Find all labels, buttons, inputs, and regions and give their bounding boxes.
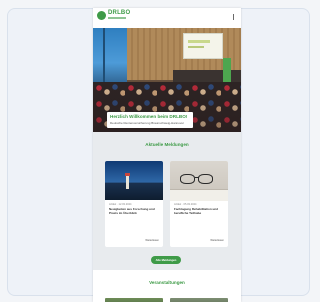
read-more-link[interactable]: Weiterlesen	[145, 239, 159, 242]
welcome-title: Herzlich Willkommen beim DRLBO!	[110, 114, 188, 119]
news-card-headline[interactable]: Fachtagung Rehabilitation und berufliche…	[174, 207, 224, 216]
event-thumbnail[interactable]	[105, 298, 163, 302]
news-section-title: Aktuelle Meldungen	[145, 142, 189, 147]
news-section: Aktuelle Meldungen Artikel · 12.03.2024 …	[93, 132, 241, 270]
vertical-dots-menu-icon[interactable]	[231, 14, 236, 20]
news-card-meta: Artikel · 05.03.2024	[174, 203, 197, 206]
events-section-title: Veranstaltungen	[149, 280, 185, 285]
news-card-headline[interactable]: Neuigkeiten aus Forschung und Praxis im …	[109, 207, 159, 216]
all-news-button[interactable]: Alle Meldungen	[151, 256, 181, 264]
site-header: DRLBO	[93, 8, 241, 28]
hero-banner	[223, 58, 231, 84]
hero-window	[93, 28, 127, 86]
logo-tagline-bar	[108, 17, 126, 19]
mobile-website-preview[interactable]: DRLBO Herzlich Willkommen beim DRLBO! De…	[93, 8, 241, 302]
news-card[interactable]: Artikel · 12.03.2024 Neuigkeiten aus For…	[105, 161, 163, 247]
glasses-image[interactable]	[170, 161, 228, 201]
hero-image: Herzlich Willkommen beim DRLBO! Deutsche…	[93, 28, 241, 132]
news-card[interactable]: Artikel · 05.03.2024 Fachtagung Rehabili…	[170, 161, 228, 247]
welcome-subtitle: Deutsche Rentenversicherung Braunschweig…	[110, 121, 185, 125]
page-background: DRLBO Herzlich Willkommen beim DRLBO! De…	[0, 0, 318, 302]
read-more-link[interactable]: Weiterlesen	[210, 239, 224, 242]
lighthouse-image[interactable]	[105, 161, 163, 200]
site-logo[interactable]: DRLBO	[108, 10, 130, 17]
welcome-box: Herzlich Willkommen beim DRLBO! Deutsche…	[107, 112, 193, 128]
news-card-meta: Artikel · 12.03.2024	[109, 203, 132, 206]
events-section: Veranstaltungen	[93, 270, 241, 302]
event-thumbnail[interactable]	[170, 298, 228, 302]
hero-projection-screen	[183, 33, 223, 59]
logo-circle-icon[interactable]	[97, 11, 106, 20]
